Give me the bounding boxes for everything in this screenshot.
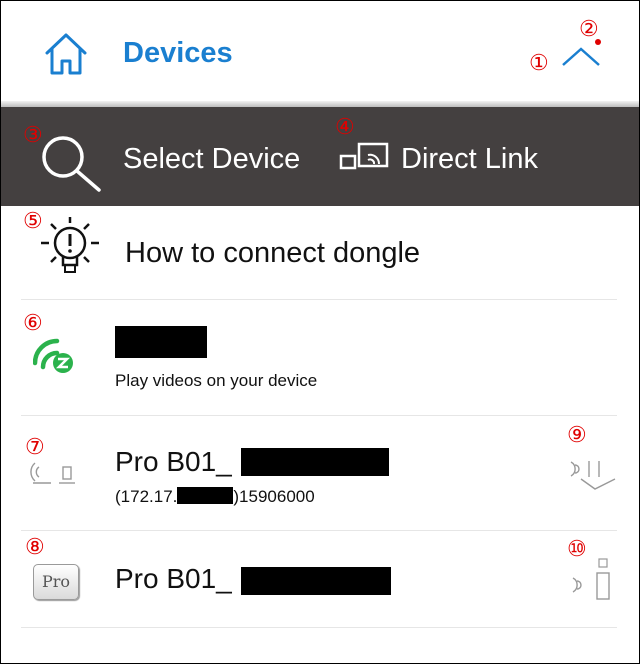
- pro-badge-icon: Pro: [33, 564, 79, 600]
- search-icon[interactable]: [39, 133, 105, 193]
- redacted-device-id: [241, 448, 389, 476]
- select-device-button[interactable]: Select Device: [123, 143, 300, 176]
- direct-link-button[interactable]: Direct Link: [401, 143, 538, 176]
- divider: [21, 627, 617, 628]
- annotation-dot: [595, 39, 601, 45]
- device-ip-prefix: (172.17.: [115, 487, 178, 506]
- dongle-signal-icon: [30, 462, 75, 484]
- device-name: Pro B01_: [115, 563, 232, 594]
- annotation-7: ⑦: [25, 435, 45, 460]
- app-frame: Devices ① ② Select Device Direct Link ③ …: [0, 0, 640, 664]
- how-to-connect-label[interactable]: How to connect dongle: [125, 237, 420, 270]
- home-icon[interactable]: [43, 31, 89, 77]
- annotation-9: ⑨: [567, 423, 587, 448]
- annotation-8: ⑧: [25, 535, 45, 560]
- lightbulb-icon: [41, 217, 99, 273]
- ezcast-logo-icon: [33, 338, 73, 373]
- app-entry-row[interactable]: [1, 300, 639, 415]
- app-subtitle: Play videos on your device: [115, 371, 318, 390]
- page-title: Devices: [123, 37, 233, 69]
- annotation-1: ①: [529, 51, 549, 76]
- annotation-3: ③: [23, 123, 43, 148]
- chevron-up-icon[interactable]: [559, 43, 603, 73]
- annotation-4: ④: [335, 115, 355, 140]
- redacted-device-id: [241, 567, 391, 595]
- redacted-ip: [177, 487, 234, 504]
- device-ip: (172.17. )15906000: [115, 487, 315, 507]
- cast-icon[interactable]: [339, 140, 391, 176]
- annotation-10: ⑩: [567, 537, 587, 562]
- annotation-5: ⑤: [23, 209, 43, 234]
- wireless-display-icon[interactable]: [567, 453, 619, 497]
- device-ip-suffix: )15906000: [233, 487, 315, 506]
- annotation-2: ②: [579, 17, 599, 42]
- redacted-app-name: [115, 326, 207, 358]
- annotation-6: ⑥: [23, 311, 43, 336]
- device-name: Pro B01_: [115, 446, 232, 477]
